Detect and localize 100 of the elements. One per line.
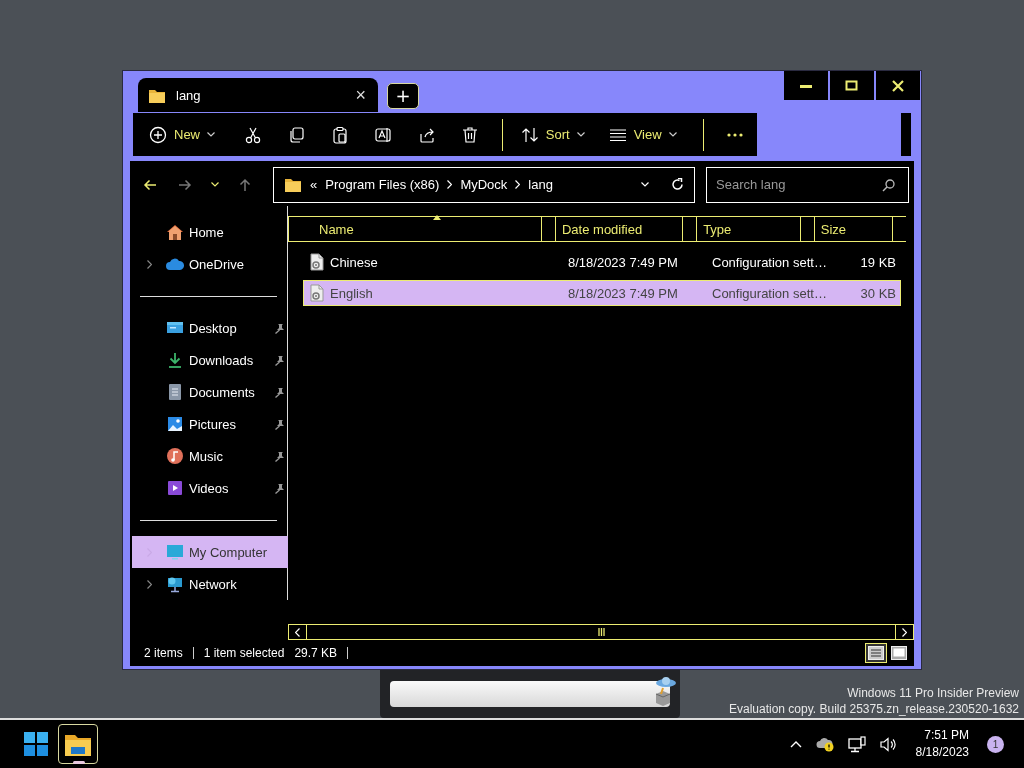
tab[interactable]: lang × [138,78,378,112]
sidebar-item[interactable]: My Computer [132,536,288,568]
chevron-right-icon [146,259,152,269]
breadcrumb[interactable]: Program Files (x86) [325,177,440,192]
sidebar-item[interactable]: Downloads [132,344,288,376]
network-monitor-icon[interactable] [847,735,866,753]
close-icon [891,79,905,92]
search-field[interactable]: Search lang [706,166,909,203]
search-icon [882,178,895,192]
file-type: Configuration sett… [712,254,827,270]
chevron-right-icon [515,180,521,189]
file-size: 19 KB [860,254,896,270]
tab-title: lang [176,87,202,103]
maximize-icon [845,79,859,92]
pin-icon [274,450,284,462]
tab-close-button[interactable]: × [353,86,368,104]
sidebar-item[interactable]: Documents [132,376,288,408]
breadcrumb[interactable]: lang [528,177,553,192]
breadcrumb[interactable]: MyDock [460,177,508,192]
new-tab-button[interactable]: + [387,83,419,109]
dock-field[interactable] [390,681,670,707]
sidebar-item[interactable]: Music [132,440,288,472]
edition-text: Windows 11 Pro Insider Preview [847,685,1019,701]
details-view-button[interactable] [865,643,887,663]
network-icon [166,575,184,593]
chevron-left-icon [295,627,300,637]
sort-button[interactable]: Sort [520,118,601,151]
date-modified: 8/18/2023 7:49 PM [568,254,678,270]
house-icon [166,223,184,241]
column-header[interactable]: Date modified [555,217,683,241]
document-icon [166,383,184,401]
clipboard-icon [330,125,349,144]
tiles-view-icon [891,646,907,660]
sidebar-item[interactable]: Pictures [132,408,288,440]
cloud-warning-icon[interactable] [815,736,834,752]
more-dots-icon [727,132,744,137]
toolbar-overflow-bar [901,113,911,156]
scissors-icon [243,125,262,144]
trash-icon [461,125,480,144]
new-button[interactable]: New [149,118,231,151]
chevron-up-icon[interactable] [789,740,802,748]
column-header[interactable]: Type [696,217,801,241]
running-indicator [73,761,85,764]
pin-icon [274,322,284,334]
sidebar-item[interactable]: OneDrive [132,248,288,280]
close-button[interactable] [876,71,920,100]
horizontal-scrollbar[interactable] [288,624,914,640]
file-name: English [330,285,373,301]
back-arrow-icon [143,178,157,191]
selection-info: 1 item selected [203,646,285,660]
maximize-button[interactable] [830,71,874,100]
chevron-down-icon [207,132,215,137]
chevron-down-icon [668,132,677,137]
windows-logo-icon [24,732,48,756]
item-count: 2 items [144,646,183,660]
plus-circle-icon [149,125,167,144]
column-header[interactable]: Size [813,217,893,241]
sidebar-item[interactable]: Videos [132,472,288,504]
speaker-icon[interactable] [879,736,896,752]
clock[interactable]: 7:51 PM 8/18/2023 [915,727,969,761]
sort-arrows-icon [520,125,539,144]
address-bar[interactable]: « Program Files (x86) MyDock lang [273,166,695,203]
build-text: Evaluation copy. Build 25375.zn_release.230520-1632 [729,701,1019,717]
pin-icon [274,354,284,366]
copy-icon [287,125,306,144]
music-note-icon [166,447,184,465]
chevron-right-icon [902,627,907,637]
monitor-icon [166,543,184,561]
sidebar-item[interactable]: Home [132,216,288,248]
chevron-right-icon [447,180,453,189]
file-size: 30 KB [860,285,896,301]
grip-icon [597,628,605,636]
sidebar-item[interactable]: Network [132,568,288,600]
minimize-button[interactable] [784,71,828,100]
settings-file-icon [308,253,326,271]
notification-badge[interactable]: 1 [987,735,1004,753]
folder-icon [65,732,91,756]
details-view-icon [868,646,884,660]
video-icon [166,479,184,497]
up-arrow-icon [239,177,251,192]
file-row[interactable]: Chinese 8/18/2023 7:49 PM Configuration sett… 19 KB [303,249,901,275]
overflow-button[interactable]: « [310,177,318,192]
pin-icon [274,386,284,398]
picture-icon [166,415,184,433]
selection-size: 29.7 KB [294,646,338,660]
file-type: Configuration sett… [712,285,827,301]
file-name: Chinese [330,254,378,270]
taskbar-app[interactable] [58,724,98,764]
chevron-down-icon [211,182,219,187]
column-header[interactable]: Name [288,217,542,241]
file-row[interactable]: English 8/18/2023 7:49 PM Configuration sett… 30 KB [303,280,901,306]
tiles-view-button[interactable] [888,643,910,663]
sidebar-item[interactable]: Desktop [132,312,288,344]
chevron-down-icon [641,182,649,187]
download-arrow-icon [166,351,184,369]
folder-icon [284,176,302,193]
pin-icon [274,482,284,494]
refresh-icon[interactable] [671,178,684,191]
view-button[interactable]: View [608,118,693,151]
chevron-right-icon [146,579,152,589]
